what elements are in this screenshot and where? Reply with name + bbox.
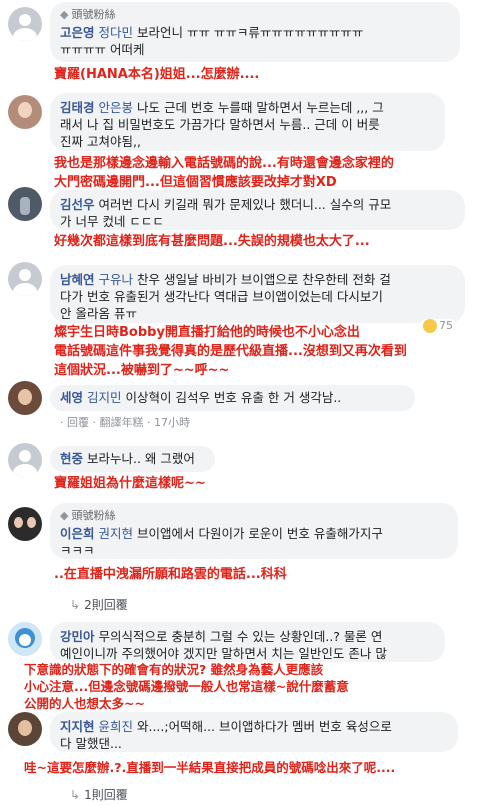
avatar-face — [18, 102, 32, 118]
comment-text: 무의식적으로 충분히 그럴 수 있는 상황인데..? 물론 연 — [94, 629, 383, 644]
translation-line: 我也是那樣邊念邊輸入電話號碼的說...有時還會邊念家裡的 — [54, 156, 394, 171]
comment-text: 래서 나 집 비밀번호도 가끔가다 말하면서 누름.. 근데 이 버릇 — [60, 117, 380, 132]
comment-bubble: ◆ 頭號粉絲 이은희 권지현 브이앱에서 다원이가 로운이 번호 유출해가지구 ㅋ… — [50, 503, 458, 559]
replies-label: 2則回覆 — [84, 598, 128, 612]
avatar[interactable] — [8, 262, 42, 296]
translation-line: 燦宇生日時Bobby開直播打給他的時候也不小心念出 — [54, 325, 360, 340]
translation-text: ..在直播中洩漏所願和路雲的電話...科科 — [54, 567, 287, 582]
badge-label: 頭號粉絲 — [71, 8, 116, 21]
translation-text: 燦宇生日時Bobby開直播打給他的時候也不小心念出 電話號碼這件事我覺得真的是歷… — [54, 323, 407, 380]
comment-text: 다가 번호 유출된거 생각난다 역대급 브이앱이었는데 다시보기 — [60, 289, 383, 304]
avatar-face — [19, 634, 31, 646]
diamond-icon: ◆ — [60, 8, 69, 21]
haha-reaction-icon — [423, 319, 437, 333]
comment-author[interactable]: 강민아 — [60, 629, 95, 644]
avatar[interactable] — [8, 443, 42, 477]
comment-author[interactable]: 고은영 — [60, 25, 95, 40]
comment-text: 브이앱에서 다원이가 로운이 번호 유출해가지구 — [133, 526, 383, 541]
avatar[interactable] — [8, 381, 42, 415]
replies-label: 1則回覆 — [84, 788, 128, 802]
comment-bubble: 현중 보라누나.. 왜 그랬어 — [50, 446, 215, 472]
comment-author[interactable]: 남혜연 — [60, 272, 95, 287]
view-replies-link[interactable]: ↳ 2則回覆 — [70, 596, 128, 613]
comment-author[interactable]: 현중 — [60, 451, 83, 466]
comment-actions[interactable]: · 回覆 · 翻譯年糕 · 17小時 — [60, 414, 190, 430]
reaction-count[interactable]: 75 — [420, 319, 456, 333]
comment-bubble: 지지현 윤희진 와....;어떡해... 브이앱하다가 멤버 번호 육성으로 다… — [50, 712, 458, 752]
avatar[interactable] — [8, 7, 42, 41]
comment-author[interactable]: 이은희 — [60, 526, 95, 541]
reply-arrow-icon: ↳ — [70, 598, 81, 612]
top-fan-badge: ◆ 頭號粉絲 — [60, 509, 448, 523]
avatar[interactable] — [8, 622, 42, 656]
translation-text: 哇~這要怎麼辦.?.直播到一半結果直接把成員的號碼唸出來了呢.... — [24, 760, 396, 775]
view-replies-link[interactable]: ↳ 1則回覆 — [70, 786, 128, 803]
comment-bubble: 남혜연 구유나 찬우 생일날 바비가 브이앱으로 찬우한테 전화 걸 다가 번호… — [50, 265, 465, 323]
tagged-user[interactable]: 윤희진 — [99, 719, 134, 734]
translation-text: 下意識的狀態下的確會有的狀況? 雖然身為藝人更應該 小心注意...但邊念號碼邊撥… — [24, 661, 349, 712]
avatar-face — [27, 517, 36, 528]
comment-text: 가 너무 컸네 ㄷㄷㄷ — [60, 214, 164, 229]
badge-label: 頭號粉絲 — [71, 509, 116, 522]
reaction-number: 75 — [439, 319, 453, 332]
comment-text: 안 올라옴 퓨ㅠ — [60, 306, 137, 321]
diamond-icon: ◆ — [60, 509, 69, 522]
translation-text: 寶羅姐姐為什麼這樣呢~~ — [54, 476, 206, 491]
translation-line: 小心注意...但邊念號碼邊撥號一般人也常這樣~說什麼蓄意 — [24, 679, 349, 694]
tagged-user[interactable]: 김지민 — [87, 390, 122, 405]
avatar-face — [14, 517, 23, 528]
translation-text: 好幾次都這樣到底有甚麼問題...失誤的規模也太大了... — [54, 234, 370, 249]
comment-text: 이상혁이 김석우 번호 유출 한 거 생각남.. — [121, 390, 342, 405]
avatar-face — [18, 389, 32, 405]
comment-text: 진짜 고쳐야됨,, — [60, 134, 141, 149]
comment-text: ㅠㅠㅠㅠ 어떠케 — [60, 42, 145, 57]
translation-line: 電話號碼這件事我覺得真的是歷代級直播...沒想到又再次看到 — [54, 344, 407, 359]
translation-line: 下意識的狀態下的確會有的狀況? 雖然身為藝人更應該 — [24, 662, 324, 677]
avatar[interactable] — [8, 95, 42, 129]
comment-author[interactable]: 김태경 — [60, 100, 95, 115]
comment-bubble: 김선우 여러번 다시 키길래 뭐가 문제있나 했더니... 실수의 규모 가 너… — [50, 190, 465, 230]
comment-text: 나도 근데 번호 누를때 말하면서 누르는데 ,,, 그 — [133, 100, 384, 115]
avatar-face — [18, 720, 32, 736]
comment-text: 여러번 다시 키길래 뭐가 문제있나 했더니... 실수의 규모 — [94, 197, 392, 212]
top-fan-badge: ◆ 頭號粉絲 — [60, 8, 450, 22]
comment-text: 다 말했댄... — [60, 736, 122, 751]
comment-bubble: ◆ 頭號粉絲 고은영 정다민 보라언니 ㅠㅠ ㅠㅠㅋ류ㅠㅠㅠㅠㅠㅠㅠㅠㅠ ㅠㅠㅠㅠ… — [50, 2, 460, 62]
comment-text: 보라누나.. 왜 그랬어 — [83, 451, 195, 466]
translation-line: 公開的人也想太多~~ — [24, 696, 145, 711]
avatar[interactable] — [8, 712, 42, 746]
comment-text: 보라언니 ㅠㅠ ㅠㅠㅋ류ㅠㅠㅠㅠㅠㅠㅠㅠㅠ — [133, 25, 364, 40]
comment-text: 와....;어떡해... 브이앱하다가 멤버 번호 육성으로 — [133, 719, 392, 734]
reply-arrow-icon: ↳ — [70, 788, 81, 802]
comment-bubble: 김태경 안은봉 나도 근데 번호 누를때 말하면서 누르는데 ,,, 그 래서 … — [50, 93, 445, 151]
translation-text: 我也是那樣邊念邊輸入電話號碼的說...有時還會邊念家裡的 大門密碼邊開門...但… — [54, 154, 394, 192]
comment-bubble: 세영 김지민 이상혁이 김석우 번호 유출 한 거 생각남.. — [50, 385, 415, 411]
translation-line: 這個狀況...被嚇到了~~呼~~ — [54, 363, 230, 378]
comment-author[interactable]: 세영 — [60, 390, 83, 405]
translation-text: 寶羅(HANA本名)姐姐...怎麼辦.... — [54, 67, 260, 82]
translation-line: 大門密碼邊開門...但這個習慣應該要改掉才對XD — [54, 175, 337, 190]
tagged-user[interactable]: 안은봉 — [99, 100, 134, 115]
comment-author[interactable]: 지지현 — [60, 719, 95, 734]
tagged-user[interactable]: 구유나 — [99, 272, 134, 287]
tagged-user[interactable]: 권지현 — [99, 526, 134, 541]
comment-text: ㅋㅋㅋ — [60, 543, 95, 558]
tagged-user[interactable]: 정다민 — [99, 25, 134, 40]
comment-text: 예인이니까 주의했어야 겠지만 말하면서 치는 일반인도 존나 많 — [60, 646, 387, 661]
avatar[interactable] — [8, 187, 42, 221]
comment-bubble: 강민아 무의식적으로 충분히 그럴 수 있는 상황인데..? 물론 연 예인이니… — [50, 622, 445, 662]
avatar[interactable] — [8, 507, 42, 541]
avatar-figure — [20, 197, 30, 215]
comment-author[interactable]: 김선우 — [60, 197, 95, 212]
comment-text: 찬우 생일날 바비가 브이앱으로 찬우한테 전화 걸 — [133, 272, 391, 287]
